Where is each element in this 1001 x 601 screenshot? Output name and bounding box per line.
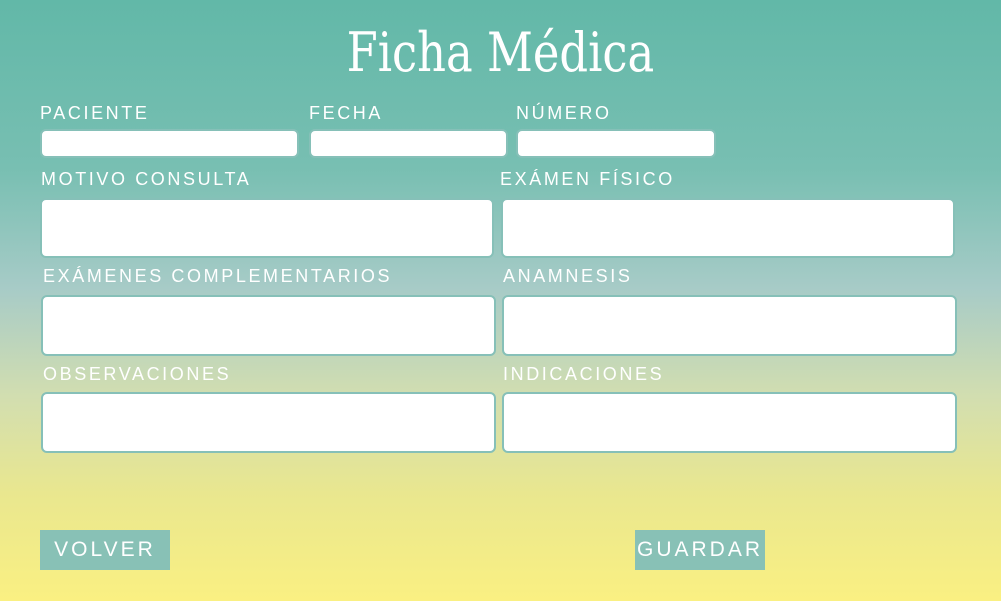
anamnesis-field[interactable] <box>502 295 957 356</box>
observaciones-label: OBSERVACIONES <box>43 364 232 384</box>
fecha-input[interactable] <box>309 129 508 158</box>
anamnesis-label: ANAMNESIS <box>503 266 633 286</box>
medical-record-panel: Ficha Médica PACIENTE FECHA NÚMERO MOTIV… <box>0 0 1001 601</box>
examen-fisico-label: EXÁMEN FÍSICO <box>500 169 675 189</box>
volver-button[interactable]: VOLVER <box>40 530 170 570</box>
paciente-input[interactable] <box>40 129 299 158</box>
numero-input[interactable] <box>516 129 716 158</box>
motivo-consulta-label: MOTIVO CONSULTA <box>41 169 252 189</box>
examenes-complementarios-field[interactable] <box>41 295 496 356</box>
paciente-label: PACIENTE <box>40 103 150 123</box>
observaciones-field[interactable] <box>41 392 496 453</box>
examen-fisico-field[interactable] <box>501 198 955 258</box>
indicaciones-field[interactable] <box>502 392 957 453</box>
examenes-complementarios-label: EXÁMENES COMPLEMENTARIOS <box>43 266 393 286</box>
numero-label: NÚMERO <box>516 103 612 123</box>
motivo-consulta-field[interactable] <box>40 198 494 258</box>
fecha-label: FECHA <box>309 103 384 123</box>
indicaciones-label: INDICACIONES <box>503 364 665 384</box>
page-title: Ficha Médica <box>346 21 655 84</box>
guardar-button[interactable]: GUARDAR <box>635 530 765 570</box>
